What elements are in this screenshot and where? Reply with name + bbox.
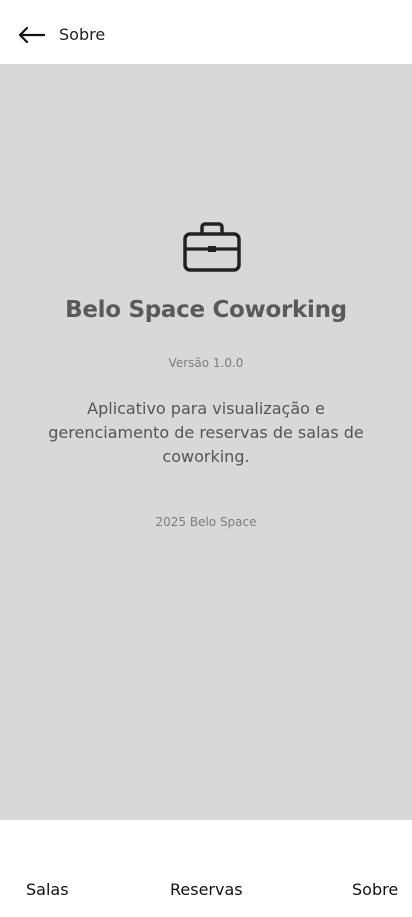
app-header: Sobre [0, 0, 412, 64]
briefcase-icon [182, 220, 242, 274]
arrow-left-icon [18, 26, 45, 44]
nav-item-reservas[interactable]: Reservas [170, 880, 243, 900]
page-title: Sobre [59, 25, 106, 44]
bottom-nav: Salas Reservas Sobre [0, 820, 412, 917]
nav-item-salas[interactable]: Salas [26, 880, 69, 900]
app-version: Versão 1.0.0 [168, 356, 244, 370]
app-description: Aplicativo para visualização e gerenciam… [48, 399, 364, 466]
about-content: Belo Space Coworking Versão 1.0.0 Aplica… [0, 64, 412, 820]
nav-item-sobre[interactable]: Sobre [352, 880, 398, 900]
app-name: Belo Space Coworking [65, 297, 347, 323]
copyright-text: 2025 Belo Space [155, 515, 257, 529]
back-button[interactable] [14, 20, 48, 50]
